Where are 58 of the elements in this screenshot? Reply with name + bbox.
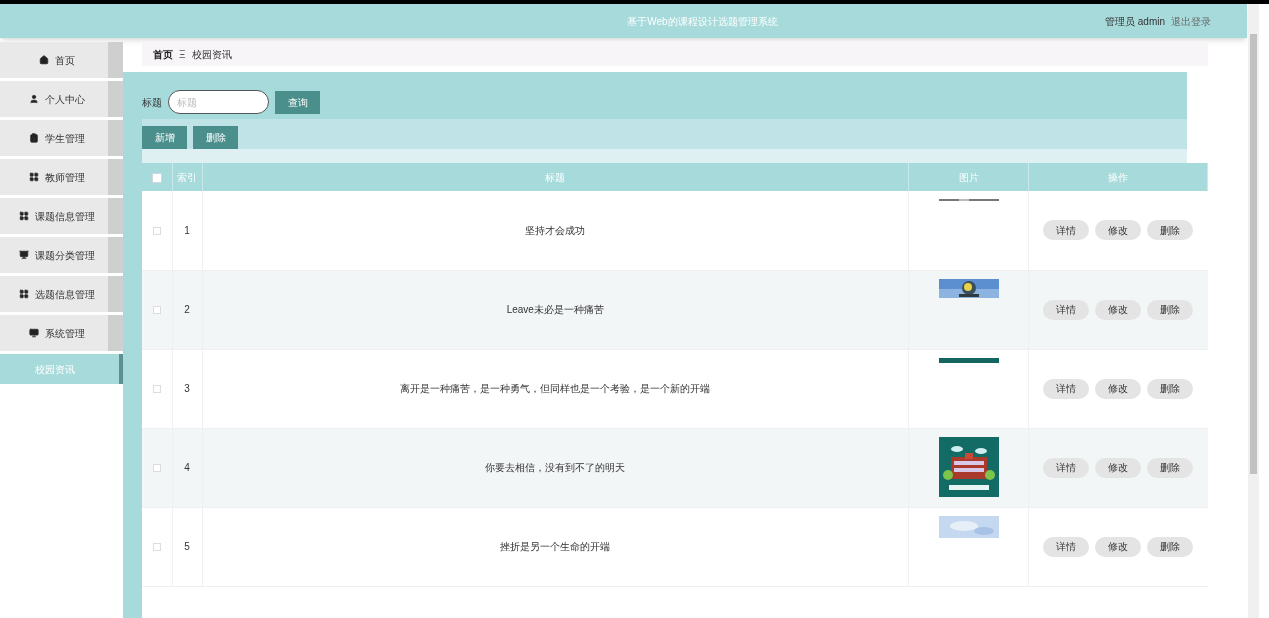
select-all-checkbox[interactable] bbox=[151, 172, 162, 183]
row-checkbox[interactable] bbox=[152, 543, 161, 552]
sidebar-item[interactable]: 课题信息管理 bbox=[0, 198, 123, 234]
app-title: 基于Web的课程设计选题管理系统 bbox=[626, 14, 779, 29]
search-button[interactable]: 查询 bbox=[275, 90, 320, 114]
action-button[interactable]: 删除 bbox=[1147, 457, 1194, 478]
menu-icon bbox=[28, 94, 39, 104]
sidebar-item[interactable]: 课题分类管理 bbox=[0, 237, 123, 273]
index-cell: 1 bbox=[184, 224, 190, 236]
row-checkbox[interactable] bbox=[152, 227, 161, 236]
action-button[interactable]: 修改 bbox=[1095, 220, 1142, 241]
sidebar-item[interactable]: 首页 bbox=[0, 42, 123, 78]
sidebar-item[interactable]: 选题信息管理 bbox=[0, 276, 123, 312]
sidebar-item[interactable]: 系统管理 bbox=[0, 315, 123, 351]
sidebar-item[interactable]: 教师管理 bbox=[0, 159, 123, 195]
menu-icon bbox=[38, 55, 49, 65]
action-button[interactable]: 详情 bbox=[1043, 220, 1090, 241]
breadcrumb-current: 校园资讯 bbox=[191, 47, 232, 62]
index-cell: 4 bbox=[184, 462, 190, 473]
index-cell: 5 bbox=[184, 541, 190, 552]
title-cell: Leave未必是一种痛苦 bbox=[506, 304, 604, 315]
index-cell: 2 bbox=[184, 304, 190, 315]
title-cell: 你要去相信，没有到不了的明天 bbox=[485, 462, 626, 473]
index-cell: 3 bbox=[184, 383, 190, 394]
action-button[interactable]: 修改 bbox=[1095, 299, 1142, 320]
menu-icon bbox=[18, 250, 29, 260]
user-role: 管理员 admin bbox=[1105, 14, 1165, 29]
action-button[interactable]: 删除 bbox=[1147, 536, 1194, 557]
action-button[interactable]: 修改 bbox=[1095, 378, 1142, 399]
breadcrumb-link[interactable]: 首页 bbox=[153, 46, 173, 62]
sidebar-item[interactable]: 个人中心 bbox=[0, 81, 123, 117]
action-button[interactable]: 删除 bbox=[1147, 299, 1194, 320]
row-checkbox[interactable] bbox=[152, 385, 161, 394]
breadcrumb-separator: Ξ bbox=[179, 47, 186, 62]
search-label: 标题 bbox=[142, 95, 162, 110]
action-button[interactable]: 详情 bbox=[1043, 378, 1090, 399]
menu-icon bbox=[18, 211, 29, 221]
logout-link[interactable]: 退出登录 bbox=[1171, 13, 1211, 29]
menu-icon bbox=[28, 172, 39, 182]
action-button[interactable]: 详情 bbox=[1043, 299, 1090, 320]
search-field[interactable]: 标题 bbox=[168, 90, 269, 114]
menu-icon bbox=[28, 328, 39, 338]
action-button[interactable]: 详情 bbox=[1043, 457, 1090, 478]
action-button[interactable]: 修改 bbox=[1095, 536, 1142, 557]
delete-button[interactable]: 删除 bbox=[193, 126, 238, 149]
sidebar-item[interactable]: 学生管理 bbox=[0, 120, 123, 156]
action-button[interactable]: 删除 bbox=[1147, 378, 1194, 399]
action-button[interactable]: 修改 bbox=[1095, 457, 1142, 478]
add-button[interactable]: 新增 bbox=[142, 126, 187, 149]
row-checkbox[interactable] bbox=[152, 306, 161, 315]
menu-icon bbox=[28, 133, 39, 143]
menu-icon bbox=[18, 289, 29, 299]
action-button[interactable]: 删除 bbox=[1147, 220, 1194, 241]
action-button[interactable]: 详情 bbox=[1043, 536, 1090, 557]
title-cell: 离开是一种痛苦，是一种勇气，但同样也是一个考验，是一个新的开端 bbox=[400, 383, 711, 394]
title-cell: 坚持才会成功 bbox=[525, 224, 586, 236]
row-checkbox[interactable] bbox=[152, 464, 161, 473]
title-cell: 挫折是另一个生命的开端 bbox=[500, 541, 611, 552]
